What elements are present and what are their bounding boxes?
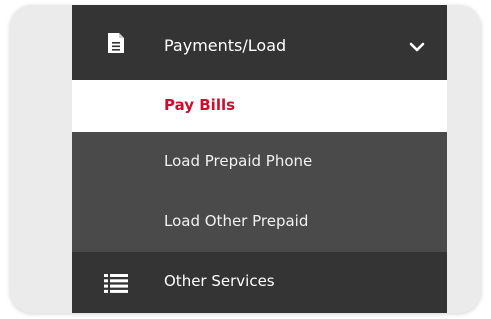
menu-item-label: Other Services xyxy=(164,272,275,290)
menu-item-other-services[interactable]: Other Services xyxy=(72,252,447,313)
submenu-item-pay-bills[interactable]: Pay Bills xyxy=(72,80,447,132)
list-icon xyxy=(101,252,131,313)
submenu-item-load-prepaid-phone[interactable]: Load Prepaid Phone xyxy=(72,132,447,192)
submenu-item-load-other-prepaid[interactable]: Load Other Prepaid xyxy=(72,192,447,252)
side-menu: Payments/Load Pay Bills Load Prepaid Pho… xyxy=(72,5,447,313)
menu-card: Payments/Load Pay Bills Load Prepaid Pho… xyxy=(10,5,481,313)
menu-item-payments-load[interactable]: Payments/Load xyxy=(72,5,447,80)
menu-item-label: Payments/Load xyxy=(164,36,287,55)
chevron-down-icon[interactable] xyxy=(409,38,425,52)
submenu-item-label: Load Other Prepaid xyxy=(164,212,309,230)
submenu-item-label: Pay Bills xyxy=(164,96,236,114)
document-icon xyxy=(101,5,131,80)
submenu-item-label: Load Prepaid Phone xyxy=(164,152,313,170)
